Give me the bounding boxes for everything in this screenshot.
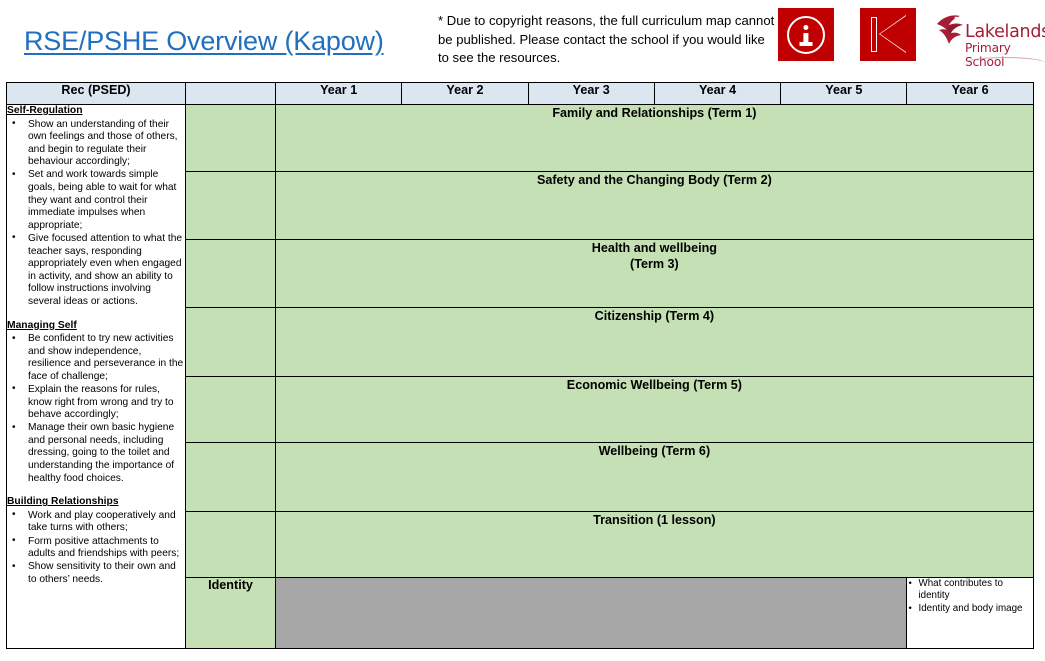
list-item: Give focused attention to what the teach… xyxy=(7,232,185,309)
info-icon xyxy=(778,8,834,61)
identity-row-label: Identity xyxy=(185,577,276,649)
topic-cell-term-6: Wellbeing (Term 6) xyxy=(275,442,1034,512)
column-header-year-5: Year 5 xyxy=(780,82,908,105)
topic-cell-term-3-line-2: (Term 3) xyxy=(630,257,679,271)
skip-back-icon-bar xyxy=(871,17,877,52)
school-name-secondary: Primary School xyxy=(965,41,1011,69)
topic-cell-term-1: Family and Relationships (Term 1) xyxy=(275,104,1034,172)
topic-cell-term-4: Citizenship (Term 4) xyxy=(275,307,1034,377)
topic-row-1-spacer xyxy=(185,104,276,172)
info-icon-circle xyxy=(787,15,825,54)
identity-row-blocked-cell xyxy=(274,577,908,649)
school-logo-swoosh xyxy=(963,57,1045,64)
list-item: Work and play cooperatively and take tur… xyxy=(7,509,185,535)
school-logo: Lakelands Primary School xyxy=(933,11,1045,69)
list-item: Identity and body image xyxy=(907,603,1032,616)
column-header-year-6: Year 6 xyxy=(906,82,1034,105)
list-item: Manage their own basic hygiene and perso… xyxy=(7,422,185,485)
descriptor-group-list: Show an understanding of their own feeli… xyxy=(7,118,185,309)
descriptor-group-heading: Building Relationships xyxy=(7,496,119,508)
topic-cell-term-5: Economic Wellbeing (Term 5) xyxy=(275,376,1034,443)
identity-row-year-6-cell: What contributes to identity Identity an… xyxy=(906,577,1034,649)
list-item: Set and work towards simple goals, being… xyxy=(7,169,185,232)
school-name-primary: Lakelands xyxy=(965,22,1045,42)
skip-back-icon-triangle xyxy=(880,16,906,52)
descriptor-group-heading: Managing Self xyxy=(7,319,77,331)
list-item: What contributes to identity xyxy=(907,578,1032,603)
topic-row-6-spacer xyxy=(185,442,276,512)
identity-year-6-list: What contributes to identity Identity an… xyxy=(907,578,1032,616)
column-header-blank xyxy=(185,82,276,105)
rec-psed-descriptors: Self-Regulation Show an understanding of… xyxy=(6,104,186,649)
column-header-year-4: Year 4 xyxy=(653,82,782,105)
column-header-rec: Rec (PSED) xyxy=(6,82,186,105)
descriptor-group-list: Be confident to try new activities and s… xyxy=(7,333,185,485)
info-icon-foot xyxy=(799,42,813,46)
skip-back-icon xyxy=(860,8,916,61)
copyright-note: * Due to copyright reasons, the full cur… xyxy=(438,13,775,65)
topic-row-7-spacer xyxy=(185,511,276,578)
column-header-year-3: Year 3 xyxy=(527,82,655,105)
topic-cell-term-3-line-1: Health and wellbeing xyxy=(591,241,718,255)
descriptor-group-heading: Self-Regulation xyxy=(7,105,83,116)
table-header-row: Rec (PSED) Year 1 Year 2 Year 3 Year 4 Y… xyxy=(6,82,1034,105)
topic-row-4-spacer xyxy=(185,307,276,377)
topic-row-5-spacer xyxy=(185,376,276,443)
list-item: Show sensitivity to their own and to oth… xyxy=(7,561,185,586)
topic-cell-term-2: Safety and the Changing Body (Term 2) xyxy=(275,171,1034,240)
topic-cell-transition: Transition (1 lesson) xyxy=(275,511,1034,578)
list-item: Explain the reasons for rules, know righ… xyxy=(7,383,185,422)
table-row: Self-Regulation Show an understanding of… xyxy=(6,104,1034,649)
curriculum-overview-table: Rec (PSED) Year 1 Year 2 Year 3 Year 4 Y… xyxy=(6,82,1034,649)
list-item: Be confident to try new activities and s… xyxy=(7,333,185,383)
info-icon-dot xyxy=(803,25,809,31)
list-item: Form positive attachments to adults and … xyxy=(7,535,185,561)
list-item: Show an understanding of their own feeli… xyxy=(7,118,185,169)
page-title: RSE/PSHE Overview (Kapow) xyxy=(24,26,384,56)
topic-row-2-spacer xyxy=(185,171,276,240)
topic-row-3-spacer xyxy=(185,239,276,308)
column-header-year-2: Year 2 xyxy=(401,82,529,105)
column-header-year-1: Year 1 xyxy=(274,82,403,105)
page-header: RSE/PSHE Overview (Kapow) * Due to copyr… xyxy=(0,0,1045,82)
topic-cell-term-3: Health and wellbeing (Term 3) xyxy=(275,239,1034,308)
descriptor-group-list: Work and play cooperatively and take tur… xyxy=(7,509,185,587)
